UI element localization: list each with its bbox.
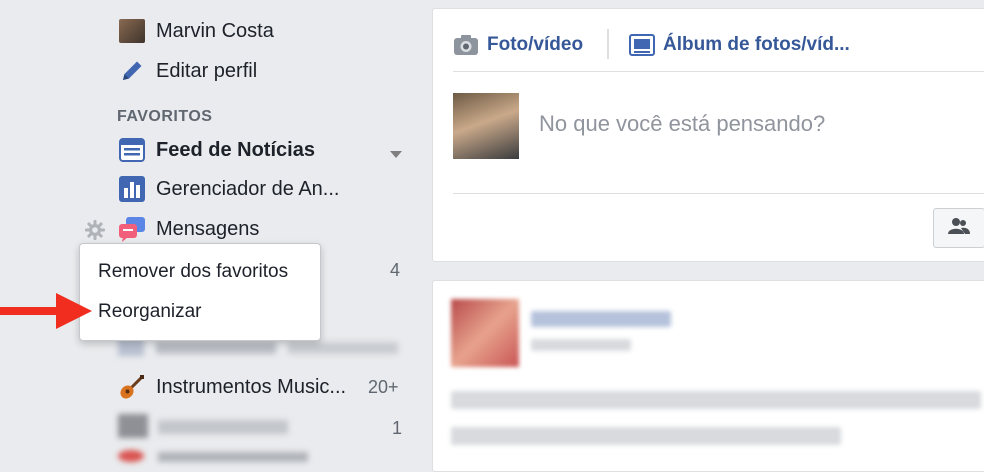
instruments-count: 20+	[368, 377, 399, 397]
feed-post-blurred	[432, 280, 984, 472]
menu-item-remove-favorite[interactable]: Remover dos favoritos	[98, 261, 288, 283]
post-author-avatar[interactable]	[451, 299, 519, 367]
profile-name: Marvin Costa	[156, 19, 274, 42]
edit-profile-link[interactable]: Editar perfil	[118, 56, 257, 86]
menu-item-reorganize[interactable]: Reorganizar	[98, 301, 202, 323]
composer-divider	[453, 71, 984, 72]
tab-label: Foto/vídeo	[487, 34, 584, 55]
sidebar-item-messages[interactable]: Mensagens	[118, 214, 259, 244]
sidebar-item-label: Feed de Notícias	[156, 138, 315, 161]
post-text-line	[451, 427, 841, 445]
composer-footer-divider	[453, 193, 984, 194]
news-feed-dropdown-icon[interactable]	[390, 146, 402, 164]
tab-label: Álbum de fotos/víd...	[663, 34, 850, 55]
ads-manager-icon	[118, 175, 146, 203]
sidebar-item-instruments[interactable]: Instrumentos Music...	[118, 372, 346, 402]
tab-photo-album[interactable]: Álbum de fotos/víd...	[629, 34, 850, 56]
messages-icon	[118, 215, 146, 243]
red-arrow-icon	[0, 293, 92, 334]
profile-avatar	[118, 17, 146, 45]
favorites-heading: FAVORITOS	[117, 108, 213, 125]
user-avatar[interactable]	[453, 93, 519, 159]
favorite-context-menu: Remover dos favoritos Reorganizar	[79, 243, 321, 341]
post-composer: Foto/vídeo Álbum de fotos/víd... No que …	[432, 8, 984, 262]
pencil-icon	[118, 57, 146, 85]
profile-link[interactable]: Marvin Costa	[118, 16, 274, 46]
status-input[interactable]: No que você está pensando?	[539, 111, 825, 137]
sidebar-item-ads-manager[interactable]: Gerenciador de An...	[118, 174, 339, 204]
photo-album-icon	[629, 34, 655, 56]
tab-photo-video[interactable]: Foto/vídeo	[453, 34, 583, 56]
audience-selector-button[interactable]	[933, 208, 984, 248]
sidebar-item-label: Instrumentos Music...	[156, 375, 347, 398]
sidebar-item-label: Gerenciador de An...	[156, 177, 340, 200]
post-timestamp	[531, 339, 631, 351]
news-feed-icon	[118, 136, 146, 164]
edit-profile-label: Editar perfil	[156, 59, 258, 82]
tab-divider	[607, 29, 609, 59]
guitar-icon	[118, 373, 146, 401]
friends-icon	[948, 217, 970, 240]
messages-count: 4	[390, 260, 401, 280]
gear-icon[interactable]	[84, 219, 106, 246]
sidebar-item-news-feed[interactable]: Feed de Notícias	[118, 135, 315, 165]
blurred-item-count: 1	[392, 418, 403, 438]
sidebar-item-label: Mensagens	[156, 217, 260, 240]
camera-icon	[453, 34, 479, 56]
post-text-line	[451, 391, 981, 409]
post-author-name[interactable]	[531, 311, 671, 327]
